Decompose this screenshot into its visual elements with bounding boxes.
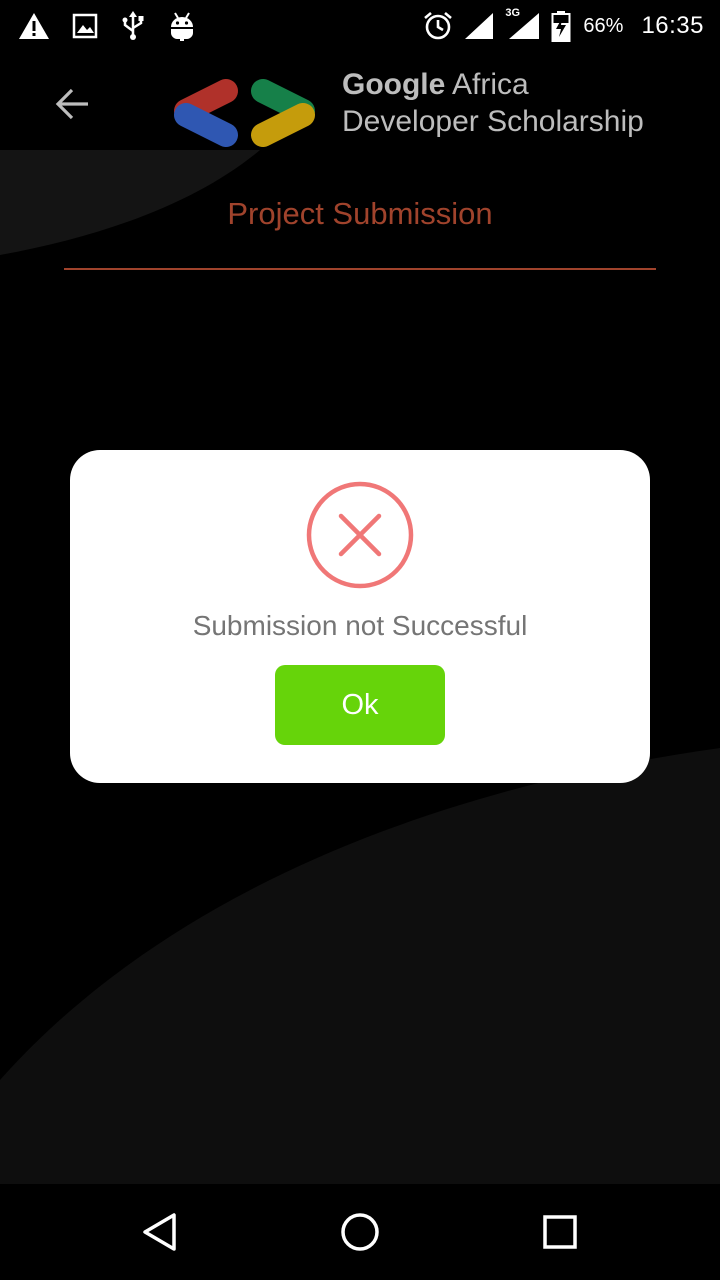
cellular-signal-icon: 3G xyxy=(505,7,541,41)
app-bar: Google Africa Developer Scholarship xyxy=(0,50,720,162)
image-icon xyxy=(72,13,98,39)
error-dialog: Submission not Successful Ok xyxy=(70,450,650,783)
warning-icon xyxy=(18,12,50,40)
nav-recents-button[interactable] xyxy=(536,1208,584,1256)
arrow-left-icon xyxy=(55,88,88,120)
battery-percent: 66% xyxy=(583,14,624,37)
status-bar-system: 3G 66% 16:35 xyxy=(423,7,704,44)
nav-home-button[interactable] xyxy=(336,1208,384,1256)
status-bar: 3G 66% 16:35 xyxy=(0,0,720,50)
ok-button[interactable]: Ok xyxy=(275,665,445,745)
battery-charging-icon xyxy=(551,10,571,42)
brand-line2: Developer Scholarship xyxy=(342,105,644,138)
back-button[interactable] xyxy=(50,82,94,126)
recents-square-icon xyxy=(543,1215,577,1249)
status-bar-notifications xyxy=(18,8,196,44)
brand-title: Google Africa Developer Scholarship xyxy=(342,66,644,140)
nav-back-button[interactable] xyxy=(136,1208,184,1256)
dialog-message: Submission not Successful xyxy=(192,610,528,641)
app-screen: 3G 66% 16:35 Google Africa Developer Sch… xyxy=(0,0,720,1280)
gads-logo xyxy=(174,79,315,147)
page-title: Project Submission xyxy=(227,196,493,231)
error-x-icon xyxy=(306,481,414,589)
android-debug-icon xyxy=(168,11,196,41)
brand-africa: Africa xyxy=(445,68,529,101)
alarm-icon xyxy=(423,11,453,41)
usb-icon xyxy=(120,11,146,41)
brand-google: Google xyxy=(342,68,446,101)
home-circle-icon xyxy=(341,1213,379,1251)
wifi-signal-icon xyxy=(463,11,495,41)
network-type-label: 3G xyxy=(505,7,521,19)
navigation-bar xyxy=(0,1184,720,1280)
title-divider xyxy=(64,268,656,270)
back-triangle-icon xyxy=(143,1213,176,1251)
status-clock: 16:35 xyxy=(641,12,704,39)
